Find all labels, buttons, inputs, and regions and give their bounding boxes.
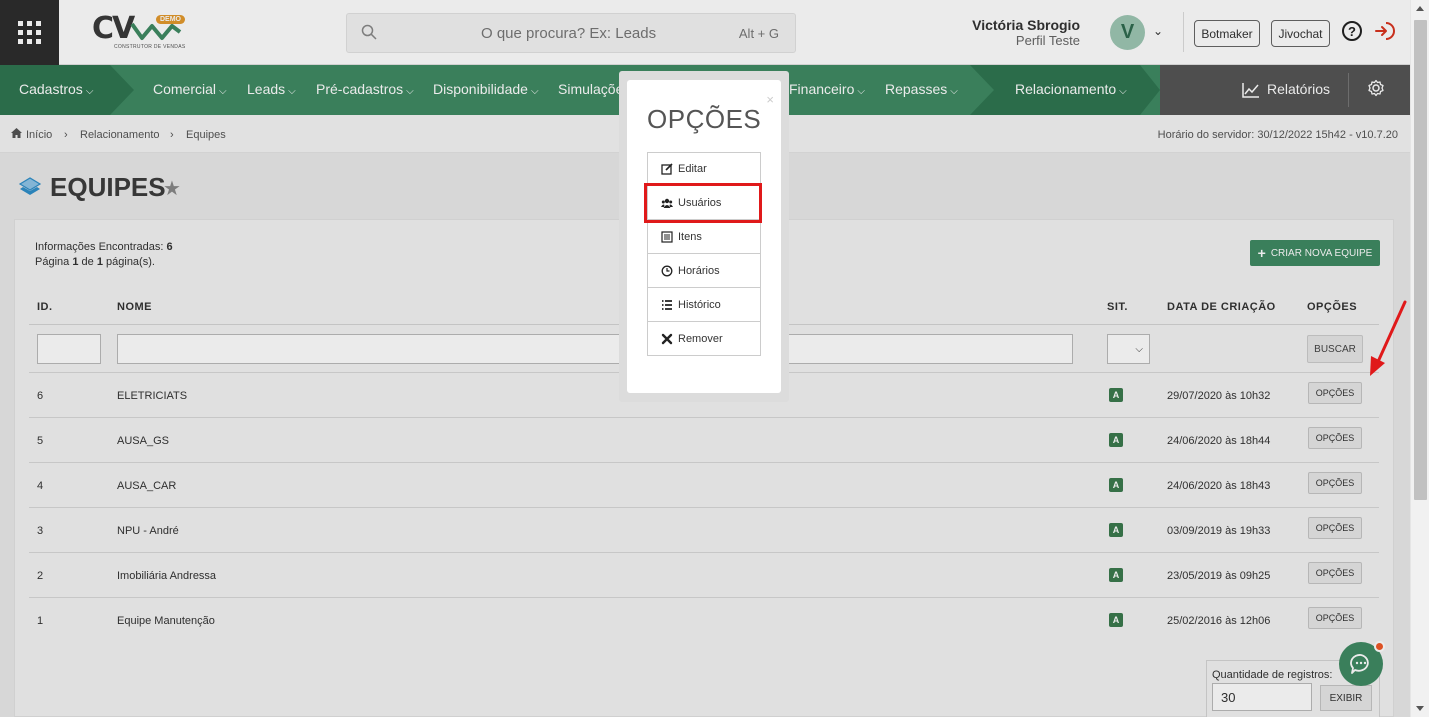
scroll-down-icon[interactable] <box>1416 706 1424 711</box>
list-icon <box>662 299 672 310</box>
menu-item-horarios[interactable]: Horários <box>647 254 761 288</box>
modal-title: OPÇÕES <box>647 104 762 134</box>
clock-icon <box>661 265 673 276</box>
options-modal: × OPÇÕES Editar Usuários Itens Horários … <box>627 80 781 393</box>
menu-item-itens[interactable]: Itens <box>647 220 761 254</box>
menu-item-editar[interactable]: Editar <box>647 152 761 186</box>
page-scrollbar[interactable] <box>1410 0 1429 717</box>
menu-item-historico[interactable]: Histórico <box>647 288 761 322</box>
scroll-thumb[interactable] <box>1414 20 1427 500</box>
annotation-arrow-icon <box>1370 300 1407 376</box>
edit-icon <box>661 163 673 175</box>
times-icon <box>661 333 673 344</box>
list-alt-icon <box>661 230 673 243</box>
menu-item-remover[interactable]: Remover <box>647 322 761 356</box>
scroll-up-icon[interactable] <box>1416 6 1424 11</box>
close-icon[interactable]: × <box>766 92 774 107</box>
highlight-box <box>644 183 762 223</box>
